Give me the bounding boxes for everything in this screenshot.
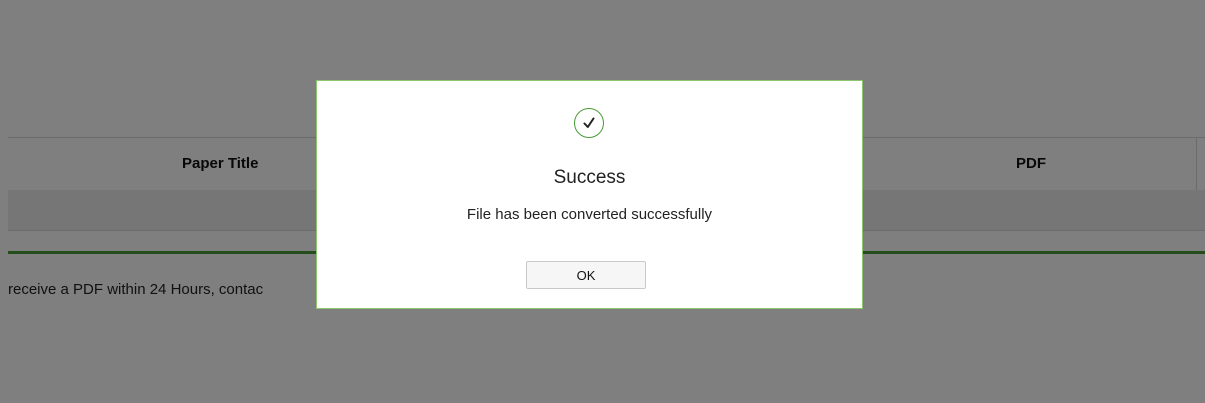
- check-circle-icon: [574, 108, 604, 138]
- dialog-message: File has been converted successfully: [466, 206, 713, 223]
- dialog-title: Success: [553, 167, 626, 188]
- ok-button[interactable]: OK: [526, 261, 646, 289]
- checkmark-glyph: [583, 117, 595, 128]
- success-dialog: Success File has been converted successf…: [316, 80, 863, 309]
